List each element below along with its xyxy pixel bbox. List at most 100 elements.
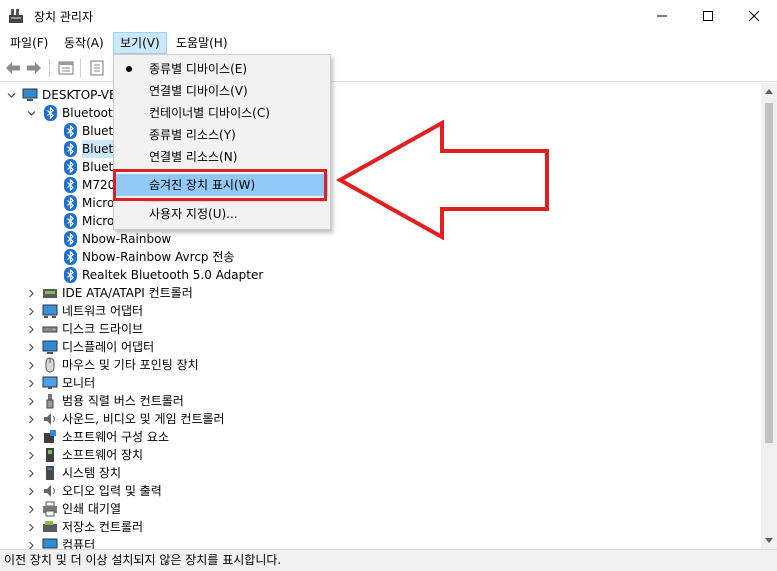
expand-chevron-icon[interactable] — [26, 468, 36, 478]
expand-chevron-icon[interactable] — [26, 522, 36, 532]
tree-device-item-selected[interactable]: Blueto — [62, 140, 121, 158]
display-adapter-icon — [42, 339, 58, 355]
collapse-chevron-icon[interactable] — [26, 108, 36, 118]
expand-chevron-icon[interactable] — [26, 360, 36, 370]
view-menu-customize[interactable]: 사용자 지정(U)... — [116, 203, 328, 225]
expand-chevron-icon[interactable] — [26, 450, 36, 460]
tree-root[interactable]: DESKTOP-VE — [6, 86, 117, 104]
forward-arrow-icon — [27, 62, 41, 74]
expand-chevron-icon[interactable] — [26, 486, 36, 496]
bluetooth-icon — [62, 159, 78, 175]
tree-category[interactable]: 모니터 — [26, 374, 95, 392]
tree-category-label: 모니터 — [62, 376, 96, 390]
tree-device-label: Nbow-Rainbow — [82, 232, 172, 246]
tree-device-label: Micro — [82, 196, 115, 210]
expand-chevron-icon[interactable] — [26, 324, 36, 334]
tree-device-item[interactable]: Realtek Bluetooth 5.0 Adapter — [62, 266, 263, 284]
tree-category[interactable]: 마우스 및 기타 포인팅 장치 — [26, 356, 199, 374]
scroll-thumb[interactable] — [765, 103, 773, 443]
tree-category-bluetooth[interactable]: Bluetooth — [26, 104, 120, 122]
menu-action[interactable]: 동작(A) — [58, 32, 110, 54]
ide-controller-icon — [42, 285, 58, 301]
tree-root-label: DESKTOP-VE — [42, 88, 117, 102]
bluetooth-icon — [62, 123, 78, 139]
view-menu-devices-by-connection[interactable]: 연결별 디바이스(V) — [116, 80, 328, 102]
properties-button[interactable] — [57, 59, 75, 77]
forward-button[interactable] — [25, 59, 43, 77]
view-menu-devices-by-container[interactable]: 컨테이너별 디바이스(C) — [116, 102, 328, 124]
vertical-scrollbar[interactable] — [761, 83, 777, 549]
tree-category-label: 오디오 입력 및 출력 — [62, 484, 162, 498]
bluetooth-icon — [62, 231, 78, 247]
monitor-icon — [42, 375, 58, 391]
tree-category[interactable]: IDE ATA/ATAPI 컨트롤러 — [26, 284, 193, 302]
expand-chevron-icon[interactable] — [26, 306, 36, 316]
menu-bar: 파일(F) 동작(A) 보기(V) 도움말(H) — [0, 32, 777, 54]
tree-category-label: 네트워크 어댑터 — [62, 304, 144, 318]
status-bar: 이전 장치 및 더 이상 설치되지 않은 장치를 표시합니다. — [0, 549, 777, 571]
view-menu-devices-by-type[interactable]: 종류별 디바이스(E) — [116, 58, 328, 80]
expand-chevron-icon[interactable] — [26, 432, 36, 442]
collapse-chevron-icon[interactable] — [6, 90, 16, 100]
tree-category[interactable]: 오디오 입력 및 출력 — [26, 482, 162, 500]
tree-category[interactable]: 소프트웨어 장치 — [26, 446, 143, 464]
storage-controller-icon — [42, 519, 58, 535]
bluetooth-icon — [62, 141, 78, 157]
menu-view[interactable]: 보기(V) — [113, 32, 167, 54]
tree-category-label: 시스템 장치 — [62, 466, 122, 480]
tree-device-label: M720 — [82, 178, 116, 192]
expand-chevron-icon[interactable] — [26, 288, 36, 298]
tree-category-label: Bluetooth — [62, 106, 121, 120]
tree-category[interactable]: 범용 직렬 버스 컨트롤러 — [26, 392, 184, 410]
maximize-button[interactable] — [685, 0, 731, 32]
bluetooth-icon — [62, 195, 78, 211]
scroll-up-arrow-icon[interactable] — [761, 83, 777, 99]
usb-icon — [42, 393, 58, 409]
expand-chevron-icon[interactable] — [26, 414, 36, 424]
tree-category-label: 인쇄 대기열 — [62, 502, 122, 516]
tree-category[interactable]: 사운드, 비디오 및 게임 컨트롤러 — [26, 410, 225, 428]
scroll-down-arrow-icon[interactable] — [761, 533, 777, 549]
tree-category[interactable]: 컴퓨터 — [26, 536, 95, 549]
bluetooth-icon — [62, 177, 78, 193]
tree-category[interactable]: 디스크 드라이브 — [26, 320, 143, 338]
properties-icon — [58, 61, 74, 75]
expand-chevron-icon[interactable] — [26, 396, 36, 406]
tree-device-item[interactable]: Blueto — [62, 122, 121, 140]
expand-chevron-icon[interactable] — [26, 540, 36, 549]
expand-chevron-icon[interactable] — [26, 342, 36, 352]
expand-chevron-icon[interactable] — [26, 504, 36, 514]
tree-device-item[interactable]: Nbow-Rainbow Avrcp 전송 — [62, 248, 234, 266]
minimize-button[interactable] — [639, 0, 685, 32]
tree-category[interactable]: 시스템 장치 — [26, 464, 121, 482]
tree-category-label: 범용 직렬 버스 컨트롤러 — [62, 394, 184, 408]
view-menu-resources-by-type[interactable]: 종류별 리소스(Y) — [116, 124, 328, 146]
help-button[interactable] — [88, 59, 106, 77]
menu-item-label: 종류별 디바이스(E) — [149, 62, 248, 76]
tree-device-item[interactable]: Blueto — [62, 158, 121, 176]
tree-category[interactable]: 디스플레이 어댑터 — [26, 338, 154, 356]
tree-category[interactable]: 저장소 컨트롤러 — [26, 518, 143, 536]
tree-device-label: Realtek Bluetooth 5.0 Adapter — [82, 268, 264, 282]
tree-device-item[interactable]: Micro — [62, 194, 114, 212]
tree-device-item[interactable]: M720 — [62, 176, 115, 194]
tree-device-label: Micro — [82, 214, 115, 228]
back-button[interactable] — [4, 59, 22, 77]
view-menu-resources-by-connection[interactable]: 연결별 리소스(N) — [116, 146, 328, 168]
menu-item-label: 연결별 리소스(N) — [149, 150, 238, 164]
tree-category[interactable]: 소프트웨어 구성 요소 — [26, 428, 169, 446]
tree-category[interactable]: 네트워크 어댑터 — [26, 302, 143, 320]
tree-device-label: Nbow-Rainbow Avrcp 전송 — [82, 250, 235, 264]
tree-device-item[interactable]: Micro — [62, 212, 114, 230]
tree-device-item[interactable]: Nbow-Rainbow — [62, 230, 171, 248]
close-button[interactable] — [731, 0, 777, 32]
menu-help[interactable]: 도움말(H) — [170, 32, 234, 54]
system-device-icon — [42, 465, 58, 481]
expand-chevron-icon[interactable] — [26, 378, 36, 388]
view-menu-dropdown: 종류별 디바이스(E) 연결별 디바이스(V) 컨테이너별 디바이스(C) 종류… — [113, 54, 331, 230]
printer-icon — [42, 501, 58, 517]
menu-file[interactable]: 파일(F) — [4, 32, 54, 54]
tree-category[interactable]: 인쇄 대기열 — [26, 500, 121, 518]
software-component-icon — [42, 429, 58, 445]
menu-item-label: 종류별 리소스(Y) — [149, 128, 236, 142]
